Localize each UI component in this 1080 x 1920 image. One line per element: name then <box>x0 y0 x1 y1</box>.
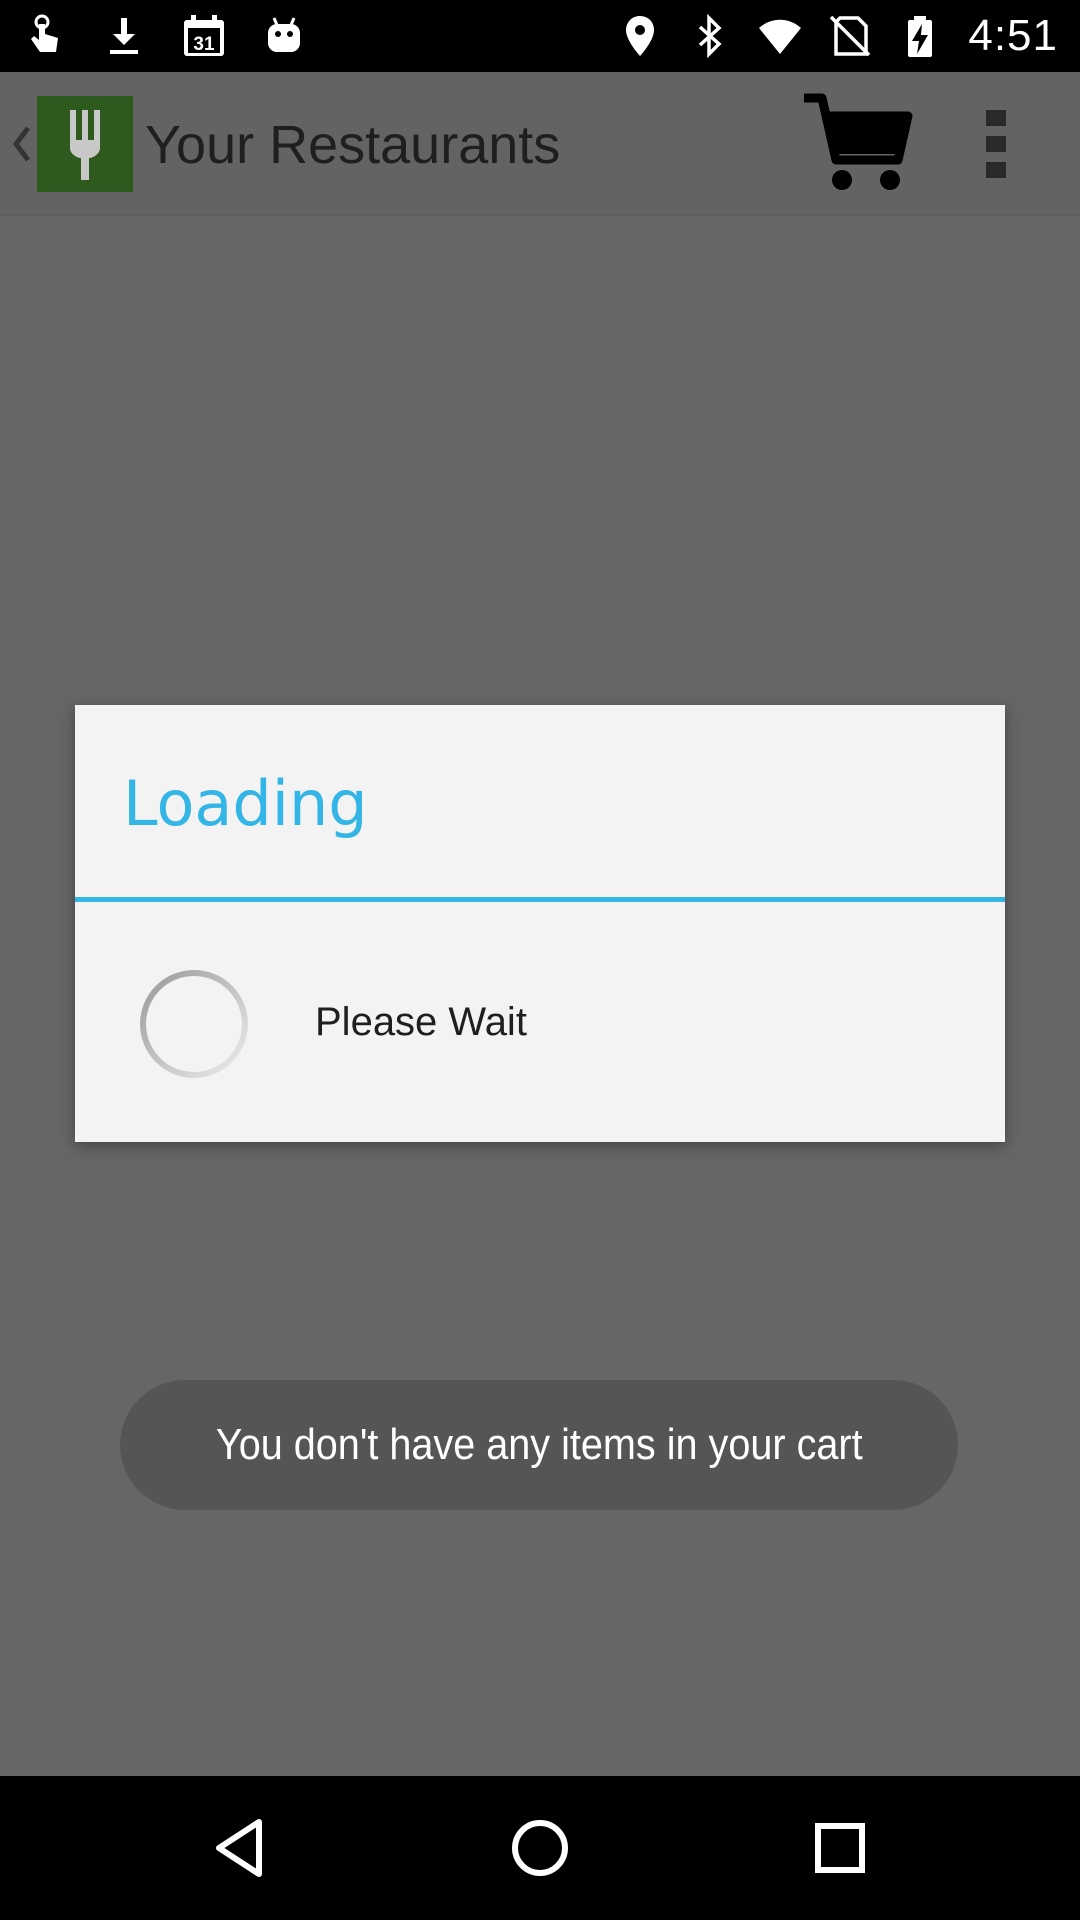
page-title: Your Restaurants <box>145 115 561 175</box>
up-caret-icon[interactable] <box>10 122 32 166</box>
toast-message: You don't have any items in your cart <box>215 1420 863 1469</box>
bluetooth-icon <box>699 14 722 58</box>
status-right-icons: 4:51 <box>618 0 1058 72</box>
download-icon <box>110 18 138 54</box>
dialog-message: Please Wait <box>315 1000 527 1044</box>
navigation-bar <box>0 1776 1080 1920</box>
touch-icon <box>31 14 58 52</box>
clock: 4:51 <box>968 11 1058 60</box>
action-bar: Your Restaurants <box>0 72 1080 216</box>
battery-charging-icon <box>908 16 933 57</box>
calendar-icon: 31 <box>184 15 224 56</box>
progress-spinner-icon <box>140 970 248 1078</box>
status-bar: 31 4:51 <box>0 0 1080 72</box>
cart-icon[interactable] <box>800 88 916 200</box>
app-logo[interactable] <box>37 96 133 192</box>
dialog-title: Loading <box>123 767 368 840</box>
location-icon <box>626 16 655 56</box>
fork-icon <box>70 110 100 180</box>
overflow-menu-icon[interactable] <box>980 108 1012 180</box>
home-icon[interactable] <box>504 1812 576 1884</box>
dialog-divider <box>75 897 1005 902</box>
wifi-icon <box>759 19 802 54</box>
recents-icon[interactable] <box>804 1812 876 1884</box>
status-left-icons: 31 <box>22 0 306 72</box>
android-icon <box>268 17 300 52</box>
toast: You don't have any items in your cart <box>120 1380 958 1510</box>
no-sim-icon <box>830 15 871 57</box>
back-icon[interactable] <box>205 1812 277 1884</box>
loading-dialog: Loading Please Wait <box>75 705 1005 1142</box>
svg-text:31: 31 <box>193 34 215 55</box>
